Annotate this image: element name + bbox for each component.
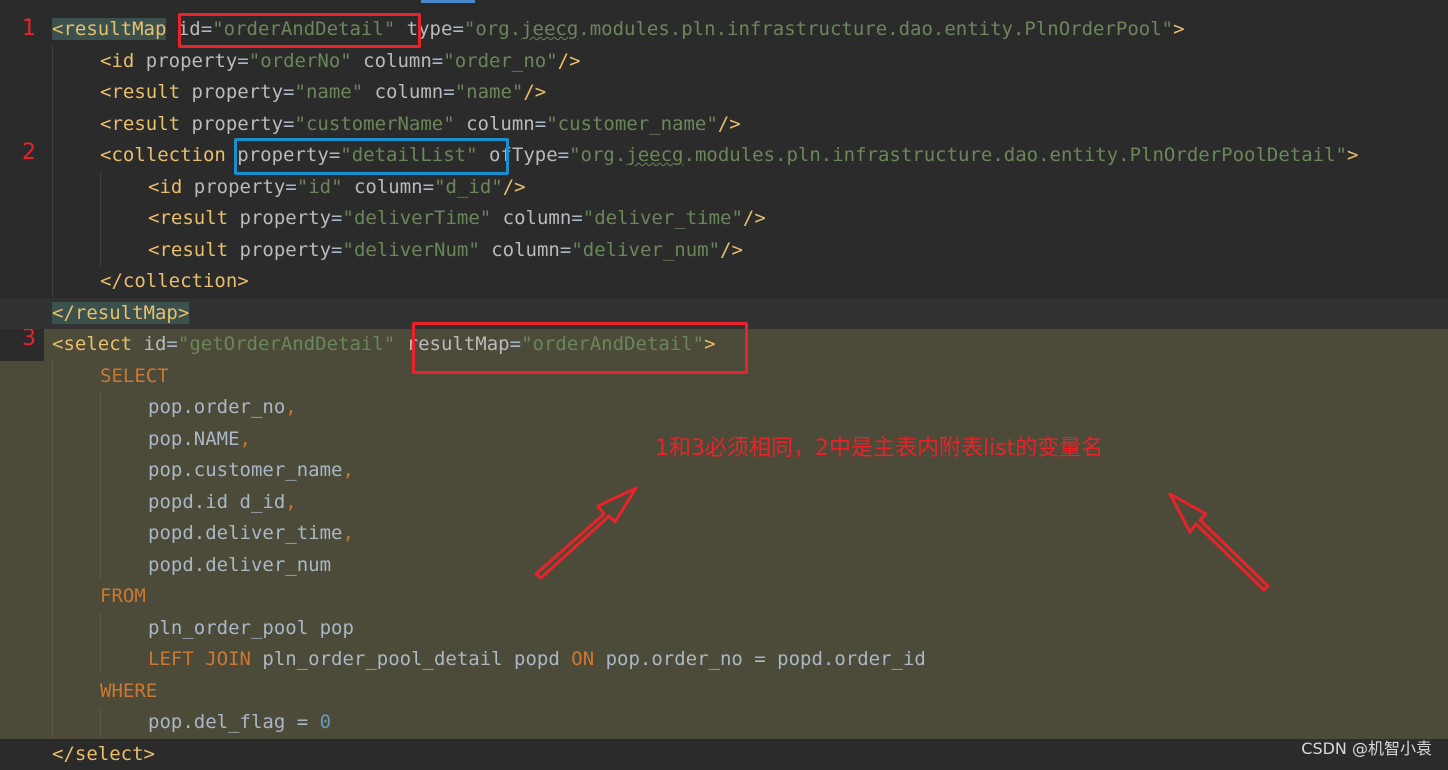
annotation-arrows bbox=[0, 0, 1448, 767]
watermark: CSDN @机智小袁 bbox=[1301, 735, 1432, 759]
annotation-text: 1和3必须相同，2中是主表内附表list的变量名 bbox=[655, 430, 1103, 462]
arrow-right-icon bbox=[1170, 494, 1268, 590]
arrow-left-icon bbox=[536, 488, 636, 578]
